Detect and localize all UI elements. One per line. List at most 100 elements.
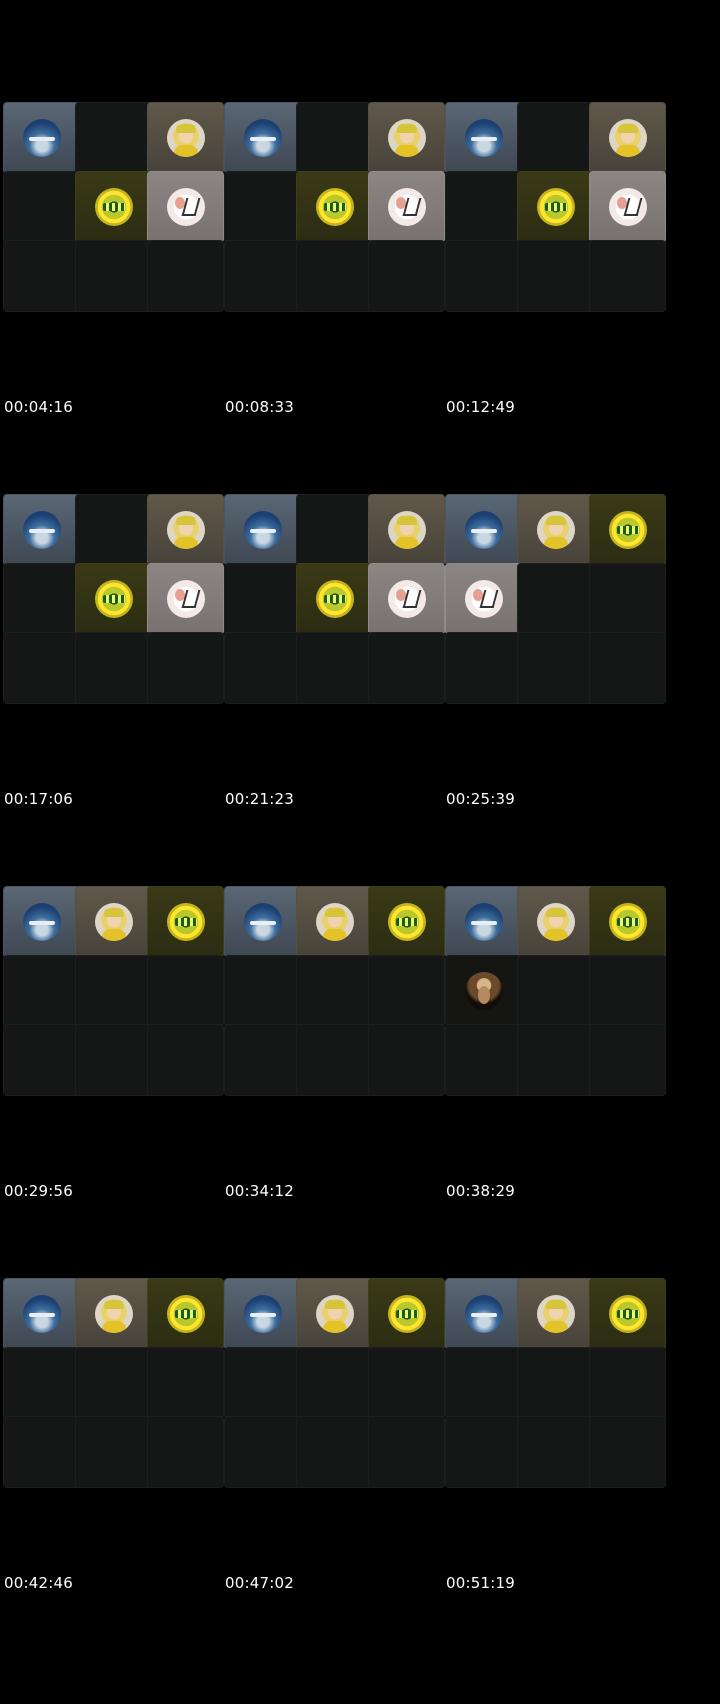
participant-tile[interactable]	[368, 563, 445, 635]
empty-participant-tile	[589, 1024, 666, 1096]
participant-tile[interactable]	[445, 955, 522, 1027]
cart-avatar-icon	[464, 580, 503, 618]
man-avatar-icon	[536, 903, 575, 941]
empty-participant-tile	[3, 1416, 80, 1488]
empty-participant-tile	[517, 632, 594, 704]
participant-tile[interactable]	[517, 171, 594, 243]
sea-avatar-icon	[464, 119, 503, 157]
participant-tile[interactable]	[445, 886, 522, 958]
empty-participant-tile	[368, 632, 445, 704]
participant-tile[interactable]	[589, 886, 666, 958]
cart-avatar-icon	[608, 188, 647, 226]
empty-participant-tile	[147, 1347, 224, 1419]
empty-participant-tile	[517, 1347, 594, 1419]
participant-tile[interactable]	[589, 494, 666, 566]
participant-tile[interactable]	[75, 563, 152, 635]
video-frame-thumbnail[interactable]: 00:08:33	[221, 0, 461, 426]
sea-avatar-icon	[22, 1295, 61, 1333]
participant-tile[interactable]	[589, 1278, 666, 1350]
empty-participant-tile	[589, 1347, 666, 1419]
participant-tile[interactable]	[368, 886, 445, 958]
empty-participant-tile	[517, 1024, 594, 1096]
empty-participant-tile	[3, 632, 80, 704]
badge-avatar-icon	[315, 188, 354, 226]
sea-avatar-icon	[464, 1295, 503, 1333]
participant-tile[interactable]	[368, 494, 445, 566]
empty-participant-tile	[3, 1024, 80, 1096]
empty-participant-tile	[445, 171, 522, 243]
empty-participant-tile	[368, 1024, 445, 1096]
video-frame-thumbnail[interactable]: 00:29:56	[0, 784, 240, 1210]
participant-tile[interactable]	[517, 494, 594, 566]
empty-participant-tile	[296, 494, 373, 566]
man-avatar-icon	[315, 1295, 354, 1333]
participant-tile[interactable]	[224, 102, 301, 174]
participant-tile[interactable]	[296, 563, 373, 635]
participant-tile[interactable]	[3, 1278, 80, 1350]
empty-participant-tile	[224, 1024, 301, 1096]
badge-avatar-icon	[94, 580, 133, 618]
participant-tile[interactable]	[75, 171, 152, 243]
participant-tile[interactable]	[368, 102, 445, 174]
participant-grid	[445, 886, 682, 1108]
participant-tile[interactable]	[445, 1278, 522, 1350]
video-frame-thumbnail[interactable]: 00:42:46	[0, 1176, 240, 1602]
badge-avatar-icon	[166, 903, 205, 941]
participant-tile[interactable]	[445, 494, 522, 566]
participant-tile[interactable]	[224, 1278, 301, 1350]
man-avatar-icon	[166, 119, 205, 157]
sea-avatar-icon	[243, 1295, 282, 1333]
video-frame-thumbnail[interactable]: 00:12:49	[442, 0, 682, 426]
video-frame-thumbnail[interactable]: 00:04:16	[0, 0, 240, 426]
video-frame-thumbnail[interactable]: 00:51:19	[442, 1176, 682, 1602]
empty-participant-tile	[296, 1024, 373, 1096]
participant-tile[interactable]	[589, 102, 666, 174]
empty-participant-tile	[147, 240, 224, 312]
video-frame-thumbnail[interactable]: 00:47:02	[221, 1176, 461, 1602]
sea-avatar-icon	[464, 903, 503, 941]
participant-tile[interactable]	[589, 171, 666, 243]
participant-tile[interactable]	[147, 102, 224, 174]
sea-avatar-icon	[243, 903, 282, 941]
empty-participant-tile	[75, 494, 152, 566]
participant-tile[interactable]	[296, 886, 373, 958]
participant-tile[interactable]	[75, 1278, 152, 1350]
empty-participant-tile	[75, 1416, 152, 1488]
empty-participant-tile	[589, 1416, 666, 1488]
sea-avatar-icon	[22, 903, 61, 941]
participant-tile[interactable]	[517, 886, 594, 958]
participant-tile[interactable]	[147, 171, 224, 243]
empty-participant-tile	[3, 563, 80, 635]
participant-tile[interactable]	[147, 1278, 224, 1350]
participant-tile[interactable]	[445, 102, 522, 174]
participant-tile[interactable]	[3, 494, 80, 566]
participant-tile[interactable]	[296, 1278, 373, 1350]
participant-tile[interactable]	[75, 886, 152, 958]
participant-grid	[445, 102, 682, 324]
participant-tile[interactable]	[296, 171, 373, 243]
participant-tile[interactable]	[147, 886, 224, 958]
empty-participant-tile	[368, 1347, 445, 1419]
participant-tile[interactable]	[445, 563, 522, 635]
participant-tile[interactable]	[3, 102, 80, 174]
video-frame-thumbnail[interactable]: 00:38:29	[442, 784, 682, 1210]
empty-participant-tile	[224, 171, 301, 243]
participant-tile[interactable]	[224, 494, 301, 566]
participant-tile[interactable]	[224, 886, 301, 958]
video-frame-thumbnail[interactable]: 00:25:39	[442, 392, 682, 818]
participant-tile[interactable]	[517, 1278, 594, 1350]
video-frame-thumbnail[interactable]: 00:17:06	[0, 392, 240, 818]
empty-participant-tile	[296, 102, 373, 174]
empty-participant-tile	[445, 1416, 522, 1488]
badge-avatar-icon	[608, 1295, 647, 1333]
participant-tile[interactable]	[3, 886, 80, 958]
video-frame-thumbnail[interactable]: 00:21:23	[221, 392, 461, 818]
participant-grid	[224, 1278, 461, 1500]
man-avatar-icon	[94, 903, 133, 941]
participant-tile[interactable]	[147, 563, 224, 635]
participant-tile[interactable]	[368, 171, 445, 243]
participant-tile[interactable]	[147, 494, 224, 566]
video-frame-thumbnail[interactable]: 00:34:12	[221, 784, 461, 1210]
empty-participant-tile	[75, 1347, 152, 1419]
participant-tile[interactable]	[368, 1278, 445, 1350]
